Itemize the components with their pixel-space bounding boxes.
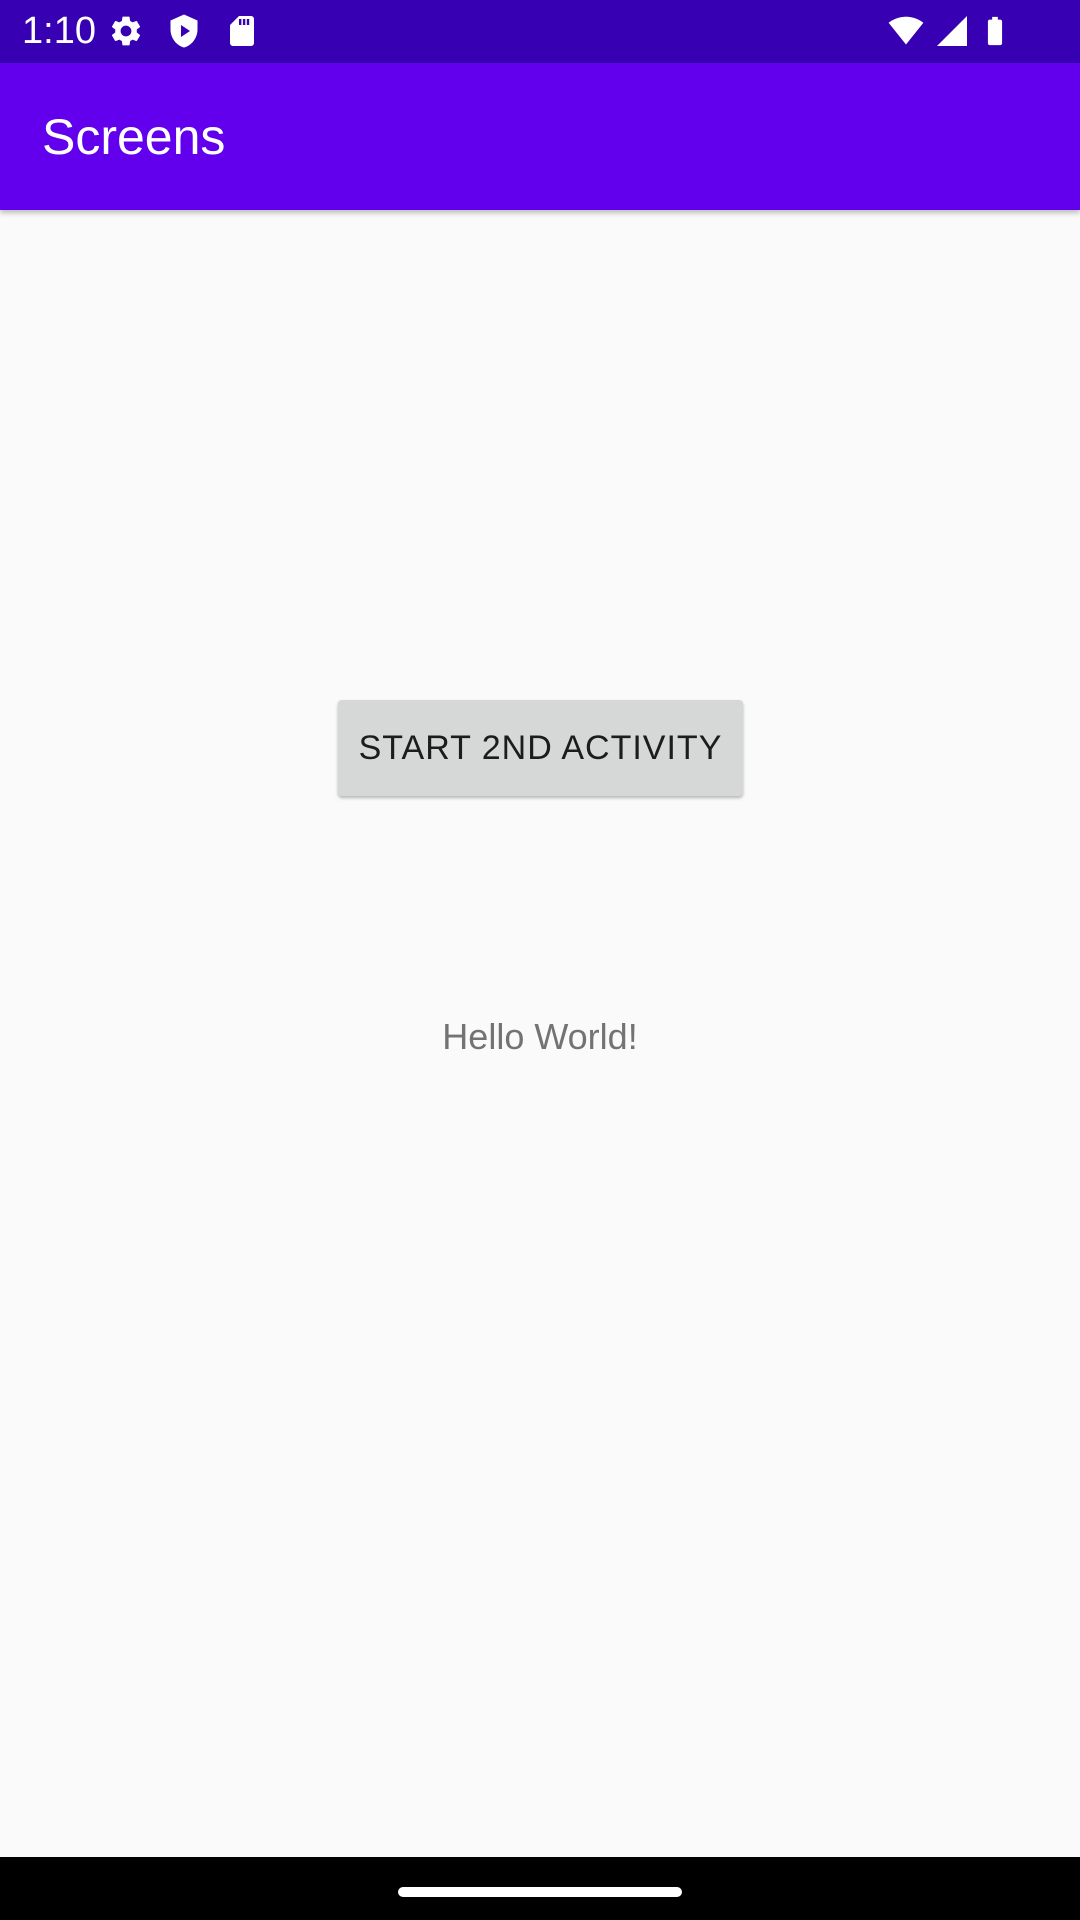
cell-signal-icon [934,13,970,49]
app-title: Screens [42,109,226,165]
sd-card-icon [224,13,260,49]
main-content: START 2ND ACTIVITY Hello World! [0,210,1080,1857]
home-handle[interactable] [398,1887,682,1897]
status-bar: 1:10 [0,0,1080,63]
battery-icon [978,13,1012,49]
app-bar: Screens [0,63,1080,210]
shield-play-icon [166,13,202,49]
hello-text: Hello World! [442,1016,638,1057]
wifi-icon [888,13,924,49]
start-2nd-activity-button[interactable]: START 2ND ACTIVITY [338,700,743,796]
navigation-bar [0,1857,1080,1920]
status-time: 1:10 [22,10,96,52]
gear-icon [108,13,144,49]
